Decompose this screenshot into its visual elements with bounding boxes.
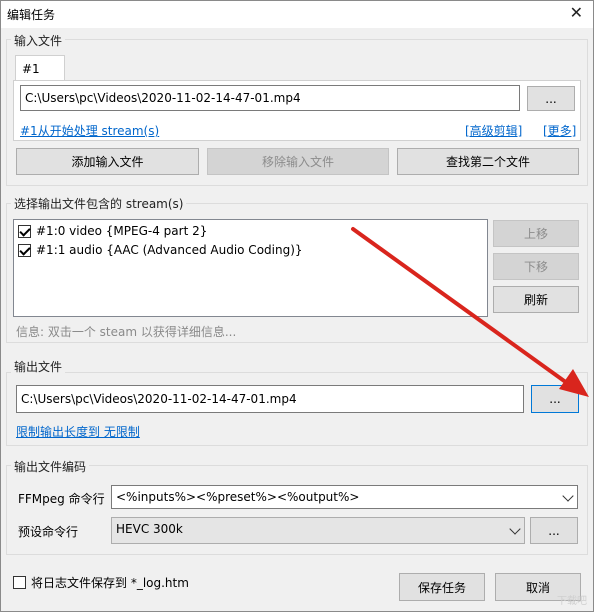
close-icon[interactable]: ✕	[570, 4, 583, 22]
move-up-button[interactable]: 上移	[493, 220, 579, 247]
input-path-field[interactable]: C:\Users\pc\Videos\2020-11-02-14-47-01.m…	[20, 85, 520, 111]
ffmpeg-command-label: FFMpeg 命令行	[18, 492, 105, 506]
input-browse-button[interactable]: ...	[527, 86, 575, 111]
streams-info-text: 信息: 双击一个 steam 以获得详细信息...	[16, 325, 237, 339]
list-item[interactable]: #1:0 video {MPEG-4 part 2}	[18, 222, 207, 240]
tab-input-1[interactable]: #1	[15, 55, 65, 81]
output-file-group-label: 输出文件	[11, 358, 66, 375]
process-streams-link[interactable]: #1从开始处理 stream(s)	[20, 122, 159, 139]
move-down-button[interactable]: 下移	[493, 253, 579, 280]
preset-command-label: 预设命令行	[18, 525, 79, 539]
refresh-button[interactable]: 刷新	[493, 286, 579, 313]
output-path-field[interactable]: C:\Users\pc\Videos\2020-11-02-14-47-01.m…	[16, 385, 524, 413]
streams-group-label: 选择输出文件包含的 stream(s)	[11, 195, 187, 212]
limit-output-length-link[interactable]: 限制输出长度到 无限制	[16, 423, 140, 440]
save-log-label: 将日志文件保存到 *_log.htm	[31, 576, 189, 590]
streams-list: #1:0 video {MPEG-4 part 2} #1:1 audio {A…	[13, 219, 488, 317]
list-item[interactable]: #1:1 audio {AAC (Advanced Audio Coding)}	[18, 241, 303, 259]
preset-browse-button[interactable]: ...	[530, 517, 578, 544]
save-task-button[interactable]: 保存任务	[399, 573, 485, 601]
ffmpeg-command-value: <%inputs%><%preset%><%output%>	[116, 490, 360, 504]
chevron-down-icon[interactable]	[562, 490, 574, 502]
output-browse-button[interactable]: ...	[531, 385, 579, 413]
stream-label: #1:1 audio {AAC (Advanced Audio Coding)}	[36, 243, 303, 257]
ffmpeg-command-combo[interactable]: <%inputs%><%preset%><%output%>	[111, 485, 578, 509]
title-bar: 编辑任务 ✕	[1, 1, 593, 28]
input-files-group-label: 输入文件	[11, 32, 66, 49]
output-encoding-group-label: 输出文件编码	[11, 458, 90, 475]
stream-checkbox-video[interactable]	[18, 224, 31, 238]
preset-command-combo[interactable]: HEVC 300k	[111, 517, 525, 544]
stream-label: #1:0 video {MPEG-4 part 2}	[36, 224, 208, 238]
remove-input-file-button[interactable]: 移除输入文件	[207, 148, 389, 175]
save-log-checkbox-row[interactable]: 将日志文件保存到 *_log.htm	[13, 574, 189, 591]
stream-checkbox-audio[interactable]	[18, 243, 31, 257]
find-second-file-button[interactable]: 查找第二个文件	[397, 148, 579, 175]
preset-command-value: HEVC 300k	[116, 522, 183, 536]
chevron-down-icon[interactable]	[509, 523, 521, 535]
save-log-checkbox[interactable]	[13, 576, 26, 589]
watermark-text: 下载吧	[557, 596, 587, 607]
edit-task-dialog: 编辑任务 ✕ 输入文件 #1 C:\Users\pc\Videos\2020-1…	[0, 0, 594, 612]
add-input-file-button[interactable]: 添加输入文件	[16, 148, 199, 175]
advanced-edit-link[interactable]: [高级剪辑]	[465, 122, 522, 139]
window-title: 编辑任务	[7, 8, 56, 22]
more-link[interactable]: [更多]	[543, 122, 576, 139]
